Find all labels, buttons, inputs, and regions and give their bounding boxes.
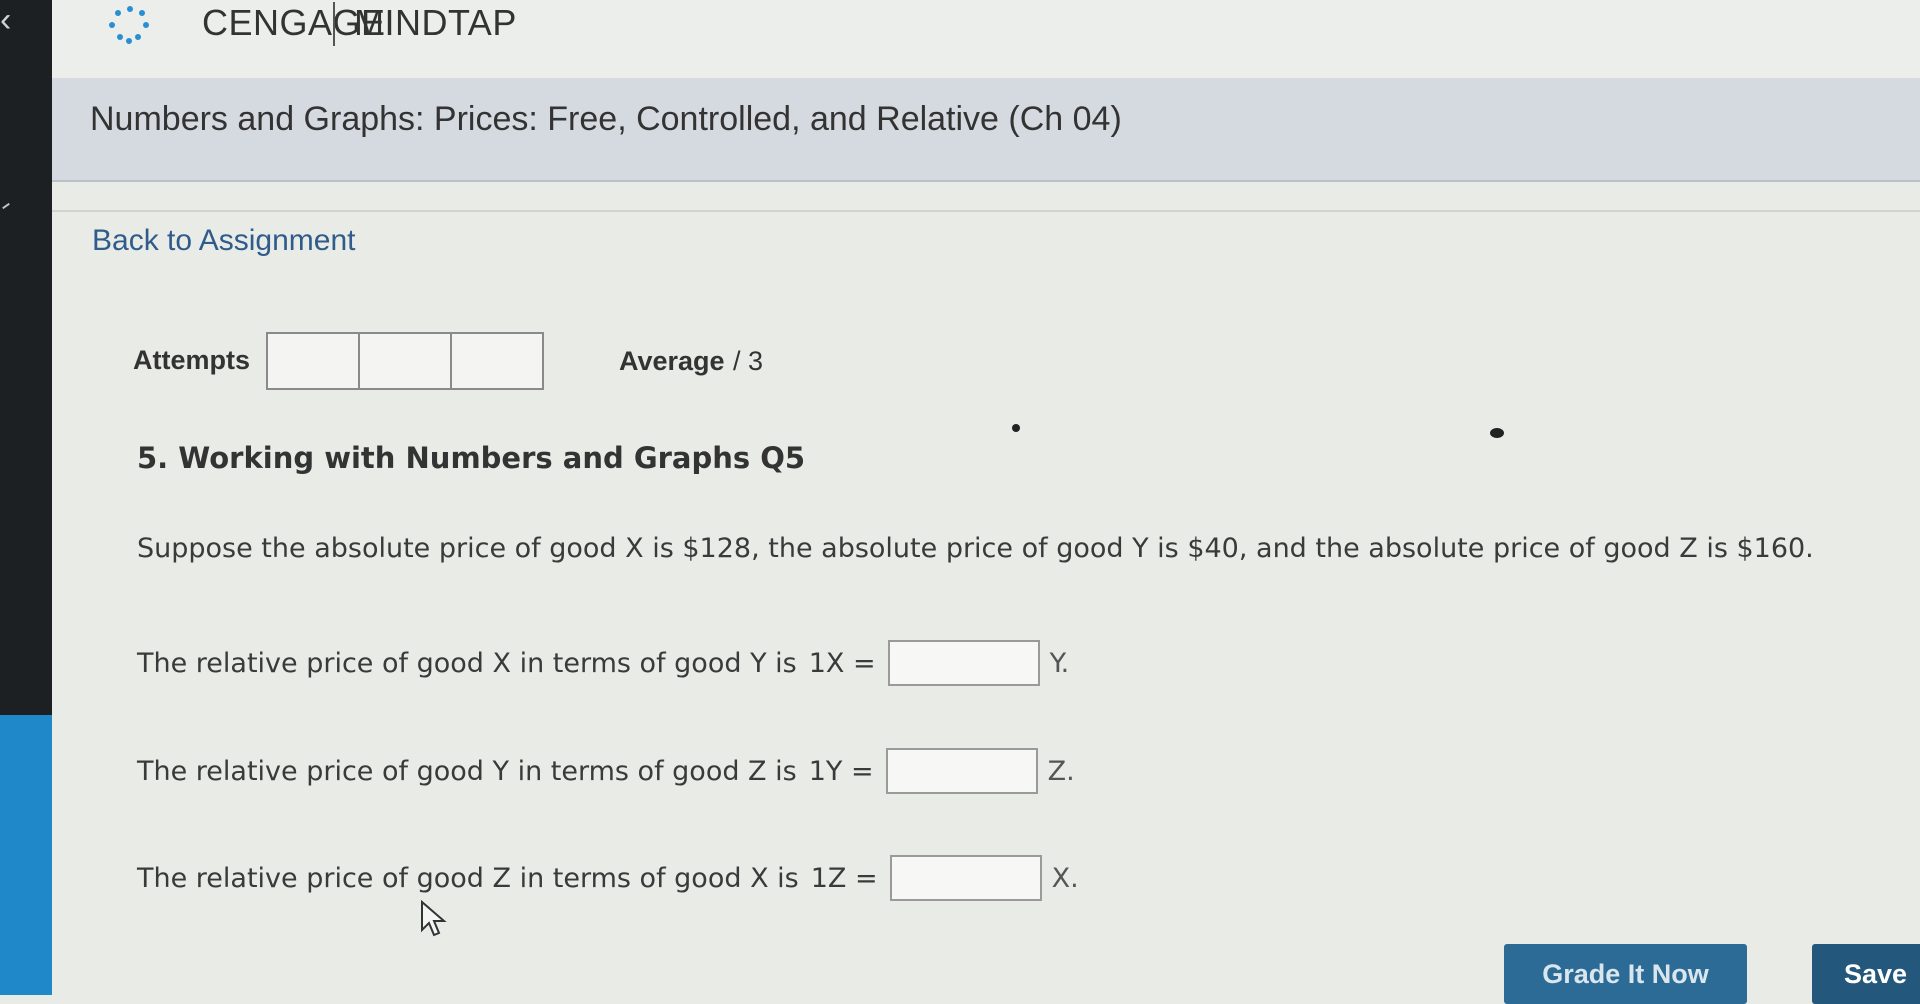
grade-it-now-button[interactable]: Grade It Now: [1504, 944, 1747, 1004]
question-item: The relative price of good X in terms of…: [137, 640, 1069, 686]
divider: [52, 210, 1920, 212]
title-band: Numbers and Graphs: Prices: Free, Contro…: [52, 78, 1920, 182]
brand-divider: [333, 2, 335, 46]
question-item-equation: 1Z =: [810, 862, 878, 894]
product-name: MINDTAP: [354, 2, 517, 43]
page-title: Numbers and Graphs: Prices: Free, Contro…: [90, 100, 1122, 138]
question-item-text: The relative price of good X in terms of…: [137, 647, 797, 679]
attempts-indicator: [266, 332, 544, 390]
average-label: Average: [619, 346, 725, 376]
question-item-equation: 1Y =: [808, 755, 874, 787]
attempt-box: [268, 334, 360, 388]
answer-input-z-in-x[interactable]: [889, 855, 1042, 901]
save-button[interactable]: Save: [1812, 944, 1920, 1004]
average-total: / 3: [733, 346, 764, 376]
question-title: 5. Working with Numbers and Graphs Q5: [137, 441, 806, 475]
question-prompt: Suppose the absolute price of good X is …: [137, 533, 1814, 564]
question-item-equation: 1X =: [808, 647, 876, 679]
question-item-text: The relative price of good Z in terms of…: [137, 862, 799, 894]
answer-unit: Z.: [1047, 755, 1075, 787]
attempts-label: Attempts: [133, 345, 251, 375]
back-to-assignment-link[interactable]: Back to Assignment: [92, 224, 355, 258]
chevron-left-icon[interactable]: ‹: [0, 0, 20, 40]
question-item-text: The relative price of good Y in terms of…: [137, 755, 797, 787]
attempt-box: [360, 334, 452, 388]
answer-input-y-in-z[interactable]: [885, 748, 1038, 794]
attempt-box: [452, 334, 542, 388]
question-item: The relative price of good Y in terms of…: [137, 748, 1075, 794]
speck: [1012, 424, 1020, 432]
left-rail-accent: [0, 715, 52, 995]
answer-unit: X.: [1051, 862, 1079, 894]
answer-unit: Y.: [1049, 647, 1070, 679]
cengage-logo-icon: [109, 6, 149, 44]
speck: [1490, 428, 1504, 438]
question-item: The relative price of good Z in terms of…: [137, 855, 1079, 901]
answer-input-x-in-y[interactable]: [887, 640, 1040, 686]
mouse-pointer-icon: [421, 900, 447, 937]
top-header: CENGAGE MINDTAP: [52, 0, 1920, 79]
